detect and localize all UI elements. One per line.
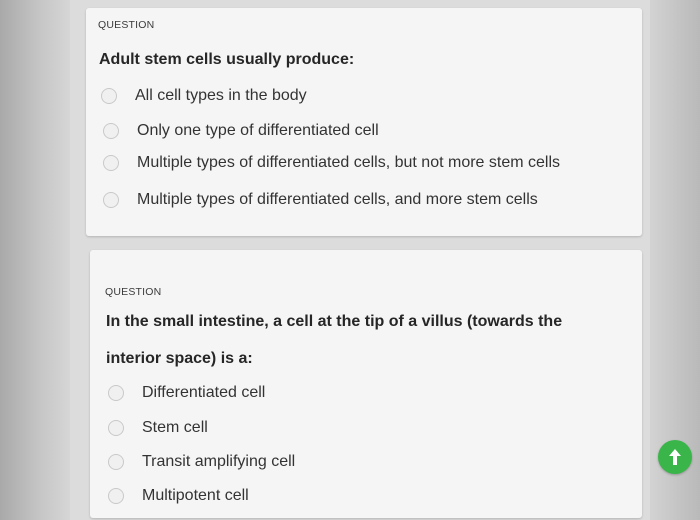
answer-option-3[interactable]: Multiple types of differentiated cells, … (103, 154, 560, 172)
answer-label: Multiple types of differentiated cells, … (137, 191, 538, 208)
answer-option-1[interactable]: Differentiated cell (108, 384, 265, 402)
answer-option-3[interactable]: Transit amplifying cell (108, 453, 295, 471)
question-text-line-2: interior space) is a: (106, 350, 253, 367)
question-text-line-1: In the small intestine, a cell at the ti… (106, 313, 563, 330)
question-card-1: QUESTION Adult stem cells usually produc… (86, 8, 642, 236)
radio-button[interactable] (103, 155, 119, 171)
page-left-edge (0, 0, 70, 520)
answer-label: Stem cell (142, 419, 208, 436)
answer-label: Multipotent cell (142, 487, 249, 504)
answer-option-4[interactable]: Multiple types of differentiated cells, … (103, 191, 538, 209)
answer-option-2[interactable]: Stem cell (108, 419, 208, 437)
radio-button[interactable] (108, 385, 124, 401)
answer-label: Differentiated cell (142, 384, 266, 401)
question-tag: QUESTION (105, 286, 162, 298)
arrow-up-icon (669, 449, 681, 465)
answer-label: All cell types in the body (135, 87, 307, 104)
radio-button[interactable] (108, 454, 124, 470)
radio-button[interactable] (108, 420, 124, 436)
radio-button[interactable] (101, 88, 117, 104)
answer-label: Only one type of differentiated cell (137, 122, 379, 139)
radio-button[interactable] (103, 192, 119, 208)
question-tag: QUESTION (98, 19, 155, 31)
question-card-2: QUESTION In the small intestine, a cell … (90, 250, 642, 518)
answer-option-1[interactable]: All cell types in the body (101, 87, 307, 105)
radio-button[interactable] (108, 488, 124, 504)
answer-label: Transit amplifying cell (142, 453, 296, 470)
radio-button[interactable] (103, 123, 119, 139)
scroll-to-top-button[interactable] (658, 440, 692, 474)
answer-option-4[interactable]: Multipotent cell (108, 487, 249, 505)
answer-option-2[interactable]: Only one type of differentiated cell (103, 122, 379, 140)
question-text: Adult stem cells usually produce: (99, 51, 355, 68)
answer-label: Multiple types of differentiated cells, … (137, 154, 561, 171)
